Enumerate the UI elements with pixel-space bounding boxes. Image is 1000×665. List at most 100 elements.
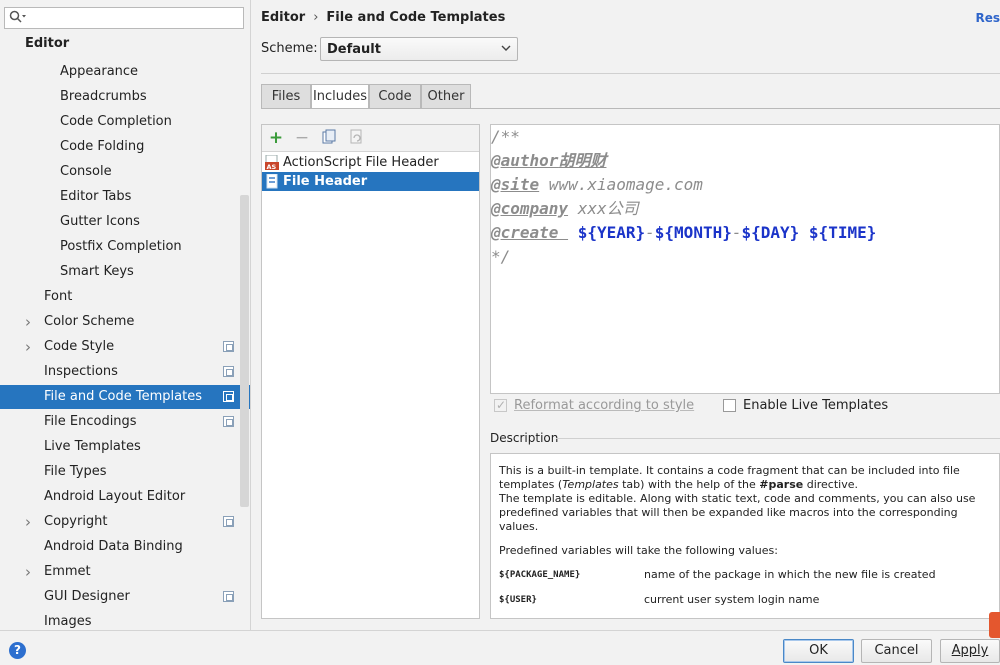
project-scope-icon <box>223 391 234 402</box>
sidebar-item[interactable]: › Emmet <box>0 560 250 584</box>
sidebar-item[interactable]: Postfix Completion <box>0 235 250 259</box>
variable-desc: current user system login name <box>644 593 820 606</box>
help-icon[interactable]: ? <box>9 642 26 659</box>
sidebar-item[interactable]: › Color Scheme <box>0 310 250 334</box>
sidebar-item[interactable]: Smart Keys <box>0 260 250 284</box>
template-variable: ${MONTH} <box>654 223 732 242</box>
checkbox-checked-disabled <box>494 396 507 414</box>
sidebar-scrollbar[interactable] <box>240 195 249 507</box>
code-line: @author胡明财 <box>491 149 606 173</box>
chevron-right-icon[interactable]: › <box>25 510 31 534</box>
file-header-icon <box>265 173 279 189</box>
description-text: tab) with the help of the <box>618 478 760 491</box>
breadcrumb: Editor › File and Code Templates <box>261 10 505 25</box>
svg-text:AS: AS <box>267 163 277 170</box>
sidebar-item-label: Emmet <box>44 564 91 579</box>
sidebar-item-label: Code Folding <box>60 139 145 154</box>
list-toolbar: + − <box>262 125 479 152</box>
sidebar-item[interactable]: Breadcrumbs <box>0 85 250 109</box>
watermark-logo-icon <box>989 612 1000 638</box>
list-item[interactable]: File Header <box>262 172 479 191</box>
remove-icon[interactable]: − <box>293 129 311 147</box>
sidebar-item-label: Console <box>60 164 112 179</box>
sidebar-item[interactable]: Console <box>0 160 250 184</box>
sidebar-item-label: File Types <box>44 464 107 479</box>
divider <box>261 73 1000 74</box>
sidebar-item[interactable]: Appearance <box>0 60 250 84</box>
template-variable: ${YEAR} <box>577 223 646 242</box>
sidebar-item[interactable]: GUI Designer <box>0 585 250 609</box>
sidebar-item-label: Breadcrumbs <box>60 89 147 104</box>
code-line: @site www.xiaomage.com <box>491 173 703 197</box>
tab-code[interactable]: Code <box>369 84 421 109</box>
sidebar-item[interactable]: Live Templates <box>0 435 250 459</box>
doc-tag: @author <box>491 151 559 170</box>
reset-template-icon[interactable] <box>348 129 366 147</box>
sidebar-item-label: File Encodings <box>44 414 137 429</box>
apply-button[interactable]: Apply <box>940 639 1000 663</box>
copy-icon[interactable] <box>320 129 338 147</box>
doc-tag: @site <box>491 175 540 194</box>
doc-tag: @company <box>491 199 569 218</box>
sidebar-item[interactable]: Android Data Binding <box>0 535 250 559</box>
cancel-button[interactable]: Cancel <box>861 639 932 663</box>
sidebar-item[interactable]: Code Completion <box>0 110 250 134</box>
actionscript-file-icon: AS <box>265 154 279 171</box>
chevron-right-icon[interactable]: › <box>25 335 31 359</box>
chevron-right-icon[interactable]: › <box>25 310 31 334</box>
sidebar-item-label: Live Templates <box>44 439 141 454</box>
sidebar-item[interactable]: Font <box>0 285 250 309</box>
description-text: Templates <box>562 478 619 491</box>
scheme-dropdown[interactable]: Default <box>320 37 518 61</box>
sidebar-item[interactable]: › Copyright <box>0 510 250 534</box>
tab-files[interactable]: Files <box>261 84 311 109</box>
list-item[interactable]: AS ActionScript File Header <box>262 153 479 172</box>
sidebar-item[interactable]: File Types <box>0 460 250 484</box>
sidebar-item[interactable]: File and Code Templates <box>0 385 250 409</box>
sidebar-item-label: Postfix Completion <box>60 239 182 254</box>
sidebar-item-label: Editor Tabs <box>60 189 132 204</box>
breadcrumb-current: File and Code Templates <box>326 10 506 25</box>
code-line: @company xxx公司 <box>491 197 639 221</box>
sidebar-item[interactable]: › Code Style <box>0 335 250 359</box>
sidebar-item-label: Code Completion <box>60 114 172 129</box>
sidebar-item[interactable]: Images <box>0 610 250 630</box>
search-icon[interactable] <box>9 10 29 26</box>
divider <box>261 108 1000 109</box>
sidebar-item[interactable]: Android Layout Editor <box>0 485 250 509</box>
tab-other[interactable]: Other <box>421 84 471 109</box>
tree-item-editor[interactable]: Editor <box>25 36 69 51</box>
chevron-right-icon[interactable]: › <box>25 560 31 584</box>
sidebar-item[interactable]: Code Folding <box>0 135 250 159</box>
template-code-editor[interactable]: /** @author胡明财 @site www.xiaomage.com @c… <box>490 124 1000 394</box>
sidebar-item-label: Smart Keys <box>60 264 134 279</box>
doc-value: xxx公司 <box>568 199 639 218</box>
sidebar-item[interactable]: File Encodings <box>0 410 250 434</box>
doc-tag: @create <box>491 223 569 242</box>
add-icon[interactable]: + <box>267 129 285 147</box>
sidebar-item[interactable]: Editor Tabs <box>0 185 250 209</box>
sidebar-item[interactable]: Gutter Icons <box>0 210 250 234</box>
code-line: */ <box>491 247 511 266</box>
list-item-label: File Header <box>283 174 368 189</box>
breadcrumb-parent[interactable]: Editor <box>261 10 305 25</box>
template-list: + − AS ActionScript File Header File Hea… <box>261 124 480 619</box>
project-scope-icon <box>223 516 234 527</box>
breadcrumb-separator: › <box>313 10 319 25</box>
project-scope-icon <box>223 341 234 352</box>
sidebar-item-label: Inspections <box>44 364 118 379</box>
variable-name: ${USER} <box>499 595 537 605</box>
description-label: Description <box>490 431 559 445</box>
sidebar-item-label: File and Code Templates <box>44 389 202 404</box>
sidebar-item-label: Android Data Binding <box>44 539 183 554</box>
settings-content: Editor › File and Code Templates Res Schem… <box>251 0 1000 630</box>
sidebar-item-label: Copyright <box>44 514 108 529</box>
search-input[interactable] <box>4 7 244 29</box>
ok-button[interactable]: OK <box>783 639 854 663</box>
sidebar-item-label: Color Scheme <box>44 314 135 329</box>
sidebar-item-label: Code Style <box>44 339 115 354</box>
tab-includes[interactable]: Includes <box>311 84 369 109</box>
doc-value: www.xiaomage.com <box>539 175 703 194</box>
reset-link[interactable]: Res <box>975 11 1000 25</box>
sidebar-item[interactable]: Inspections <box>0 360 250 384</box>
